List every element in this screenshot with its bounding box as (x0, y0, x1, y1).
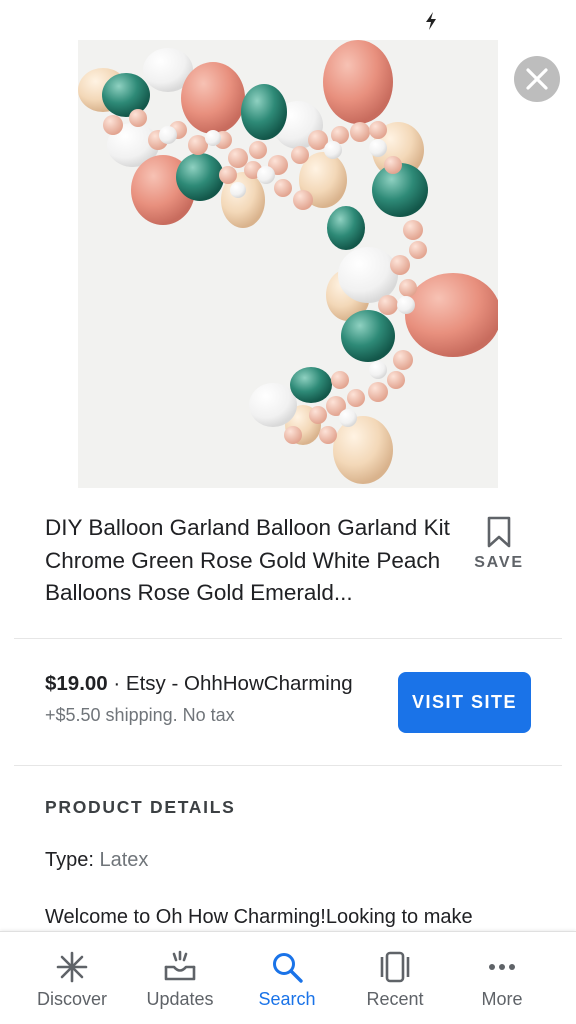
more-dots-icon (489, 964, 515, 970)
nav-label: Recent (366, 989, 424, 1009)
search-icon (273, 953, 303, 983)
product-title[interactable]: DIY Balloon Garland Balloon Garland Kit … (45, 512, 475, 610)
status-bar (0, 0, 576, 40)
product-details-heading: PRODUCT DETAILS (45, 797, 236, 817)
divider (14, 765, 562, 766)
price-line: $19.00 · Etsy - OhhHowCharming (45, 672, 353, 696)
google-app-screen: DIY Balloon Garland Balloon Garland Kit … (0, 0, 576, 1024)
type-value: Latex (99, 849, 149, 871)
product-description: Welcome to Oh How Charming!Looking to ma… (45, 906, 473, 928)
product-image[interactable] (78, 40, 498, 488)
bottom-navigation: Discover Updates Search Recent More (0, 931, 576, 1024)
seller: · Etsy - OhhHowCharming (107, 672, 353, 695)
close-icon (526, 68, 548, 90)
nav-more[interactable]: More (448, 932, 556, 1024)
save-button[interactable]: SAVE (470, 514, 528, 580)
nav-label: Search (258, 989, 316, 1009)
bookmark-icon (487, 516, 511, 548)
nav-label: Discover (36, 989, 107, 1009)
shipping-info: +$5.50 shipping. No tax (45, 705, 235, 725)
divider (14, 638, 562, 639)
nav-search[interactable]: Search (233, 932, 341, 1024)
type-label: Type: (45, 849, 100, 871)
nav-label: More (481, 989, 523, 1009)
flash-icon (426, 12, 436, 30)
type-detail: Type: Latex (45, 849, 148, 872)
nav-label: Updates (146, 989, 214, 1009)
nav-recent[interactable]: Recent (341, 932, 449, 1024)
save-label: SAVE (474, 554, 524, 571)
updates-tray-icon (164, 950, 196, 981)
close-button[interactable] (514, 56, 560, 102)
nav-updates[interactable]: Updates (126, 932, 234, 1024)
visit-site-button[interactable]: VISIT SITE (398, 672, 531, 733)
nav-discover[interactable]: Discover (18, 932, 126, 1024)
asterisk-icon (56, 951, 88, 983)
balloon-garland-image (78, 40, 498, 488)
recent-cards-icon (380, 951, 410, 983)
price: $19.00 (45, 672, 108, 695)
